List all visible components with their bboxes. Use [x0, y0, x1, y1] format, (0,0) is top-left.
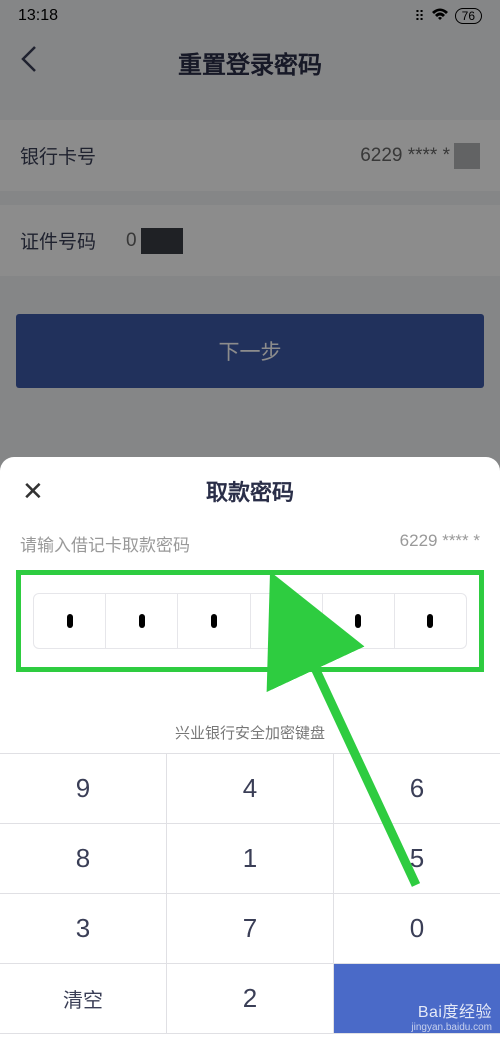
modal-header: ✕ 取款密码 — [0, 457, 500, 519]
key-4[interactable]: 4 — [167, 754, 334, 824]
key-2[interactable]: 2 — [167, 964, 334, 1034]
key-7[interactable]: 7 — [167, 894, 334, 964]
pin-highlight-box — [16, 570, 484, 672]
pin-digit-6 — [395, 594, 466, 648]
watermark-brand: Bai度经验 — [411, 998, 492, 1022]
key-5[interactable]: 5 — [334, 824, 500, 894]
keyboard-label: 兴业银行安全加密键盘 — [0, 722, 500, 743]
key-9[interactable]: 9 — [0, 754, 167, 824]
pin-digit-4 — [251, 594, 323, 648]
pin-digit-3 — [178, 594, 250, 648]
pin-modal: ✕ 取款密码 请输入借记卡取款密码 6229 **** * 兴业银行安全加密键盘… — [0, 457, 500, 1039]
pin-digit-1 — [34, 594, 106, 648]
key-6[interactable]: 6 — [334, 754, 500, 824]
key-clear[interactable]: 清空 — [0, 964, 167, 1034]
pin-hint: 请输入借记卡取款密码 — [20, 531, 190, 556]
pin-digit-2 — [106, 594, 178, 648]
key-0[interactable]: 0 — [334, 894, 500, 964]
watermark: Bai度经验 jingyan.baidu.com — [411, 998, 492, 1033]
watermark-url: jingyan.baidu.com — [411, 1022, 492, 1033]
pin-input[interactable] — [33, 593, 467, 649]
modal-subheader: 请输入借记卡取款密码 6229 **** * — [0, 519, 500, 560]
modal-title: 取款密码 — [20, 475, 480, 507]
secure-keyboard: 9 4 6 8 1 5 3 7 0 清空 2 — [0, 753, 500, 1034]
key-3[interactable]: 3 — [0, 894, 167, 964]
card-masked: 6229 **** * — [400, 531, 480, 556]
close-icon[interactable]: ✕ — [22, 476, 44, 507]
pin-digit-5 — [323, 594, 395, 648]
key-8[interactable]: 8 — [0, 824, 167, 894]
key-1[interactable]: 1 — [167, 824, 334, 894]
